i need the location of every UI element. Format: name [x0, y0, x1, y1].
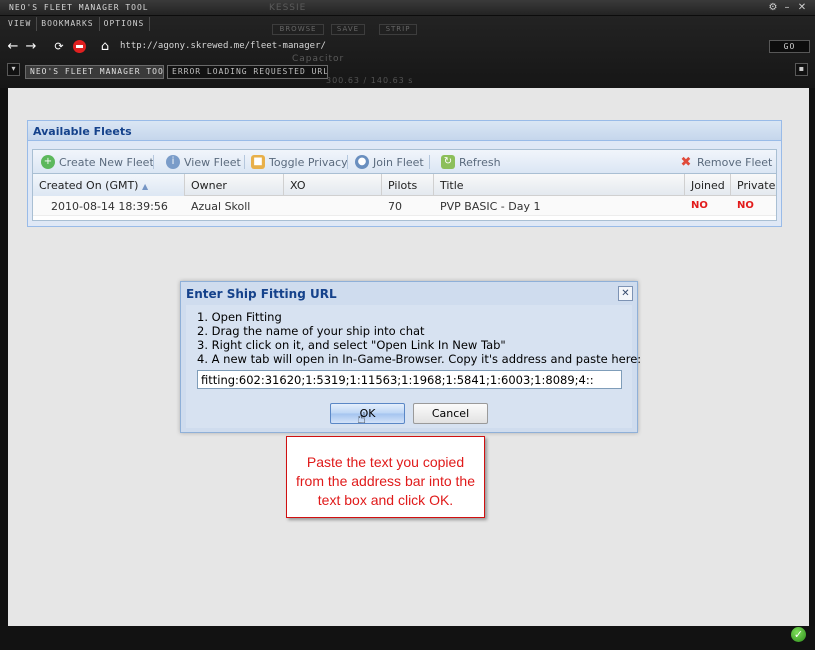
tab-options-icon[interactable]: ▪ [795, 63, 808, 76]
column-joined-header[interactable]: Joined [685, 174, 731, 196]
ok-button[interactable]: OK [330, 403, 405, 424]
stop-icon[interactable] [71, 38, 87, 54]
remove-fleet-button[interactable]: ✖ Remove Fleet [679, 154, 773, 170]
add-icon: + [41, 155, 55, 169]
create-fleet-label: Create New Fleet [59, 155, 154, 169]
dialog-close-button[interactable]: ✕ [618, 286, 633, 301]
save-button: SAVE [331, 24, 365, 35]
cell-created: 2010-08-14 18:39:56 [51, 200, 168, 213]
browser-chrome: NEO'S FLEET MANAGER TOOL KESSIE ⚙ – ✕ VI… [0, 0, 815, 88]
user-icon: ● [355, 155, 369, 169]
close-icon[interactable]: ✕ [796, 2, 808, 14]
cell-joined: NO [691, 200, 708, 211]
window-title: NEO'S FLEET MANAGER TOOL [9, 3, 149, 12]
create-fleet-button[interactable]: + Create New Fleet [41, 155, 154, 169]
menu-bar: VIEW BOOKMARKS OPTIONS [4, 17, 151, 31]
left-border [0, 88, 8, 626]
menu-bookmarks[interactable]: BOOKMARKS [37, 17, 100, 31]
instruction-step: 4. A new tab will open in In-Game-Browse… [197, 352, 642, 366]
title-bar[interactable]: NEO'S FLEET MANAGER TOOL KESSIE ⚙ – ✕ [0, 0, 815, 16]
cell-xo [284, 196, 290, 216]
instruction-step: 2. Drag the name of your ship into chat [197, 324, 425, 338]
forward-icon[interactable]: → [23, 38, 39, 54]
toggle-privacy-button[interactable]: ■ Toggle Privacy [251, 155, 348, 169]
go-button[interactable]: GO [769, 40, 810, 53]
dialog-title: Enter Ship Fitting URL [186, 287, 337, 301]
instruction-step: 1. Open Fitting [197, 310, 282, 324]
column-xo-header[interactable]: XO [284, 174, 382, 196]
cancel-button[interactable]: Cancel [413, 403, 488, 424]
cell-title: PVP BASIC - Day 1 [440, 200, 541, 213]
right-border [809, 88, 815, 626]
cell-private: NO [737, 200, 754, 211]
browse-button: BROWSE [272, 24, 324, 35]
delete-icon: ✖ [680, 154, 692, 170]
toggle-privacy-label: Toggle Privacy [269, 155, 348, 169]
column-owner-header[interactable]: Owner [185, 174, 284, 196]
instruction-step: 3. Right click on it, and select "Open L… [197, 338, 506, 352]
refresh-icon: ↻ [441, 155, 455, 169]
available-fleets-panel: Available Fleets + Create New Fleet i Vi… [27, 120, 782, 227]
cell-pilots: 70 [388, 200, 402, 213]
home-icon[interactable]: ⌂ [97, 38, 113, 54]
column-created-label: Created On (GMT) [39, 179, 139, 192]
status-ok-icon: ✓ [791, 627, 806, 642]
cell-owner: Azual Skoll [191, 200, 251, 213]
background-stats: 300.63 / 140.63 s [326, 76, 414, 85]
remove-fleet-label: Remove Fleet [697, 155, 773, 169]
grid-header: Created On (GMT) ▲ Owner XO Pilots Title… [33, 174, 776, 196]
status-bar [0, 626, 815, 650]
instruction-callout: Paste the text you copied from the addre… [286, 436, 485, 518]
column-title-header[interactable]: Title [434, 174, 685, 196]
refresh-label: Refresh [459, 155, 501, 169]
background-capacitor-label: Capacitor [292, 54, 345, 64]
info-icon: i [166, 155, 180, 169]
join-fleet-label: Join Fleet [373, 155, 424, 169]
toolbar-separator [244, 155, 245, 169]
column-created-header[interactable]: Created On (GMT) ▲ [33, 174, 185, 196]
tab-menu-icon[interactable]: ▾ [7, 63, 20, 76]
background-player-name: KESSIE [269, 3, 307, 13]
dialog-body: 1. Open Fitting 2. Drag the name of your… [186, 305, 641, 428]
refresh-button[interactable]: ↻ Refresh [441, 155, 501, 169]
column-private-header[interactable]: Private [731, 174, 776, 196]
sort-ascending-icon: ▲ [141, 182, 149, 191]
column-pilots-header[interactable]: Pilots [382, 174, 434, 196]
table-row[interactable]: 2010-08-14 18:39:56 Azual Skoll 70 PVP B… [33, 196, 776, 216]
fitting-url-dialog: Enter Ship Fitting URL ✕ 1. Open Fitting… [180, 281, 641, 433]
minimize-icon[interactable]: – [781, 2, 793, 14]
fleet-grid: Created On (GMT) ▲ Owner XO Pilots Title… [32, 173, 777, 221]
panel-title: Available Fleets [28, 121, 781, 141]
tab-fleet-manager[interactable]: NEO'S FLEET MANAGER TOOL [25, 65, 164, 79]
toolbar-separator [153, 155, 154, 169]
strip-button: STRIP [379, 24, 417, 35]
navigation-bar: ← → ⟳ ⌂ GO [0, 36, 815, 56]
address-bar-input[interactable] [120, 38, 760, 53]
tab-error-loading[interactable]: ERROR LOADING REQUESTED URL [167, 65, 328, 79]
menu-view[interactable]: VIEW [4, 17, 38, 31]
toolbar-separator [347, 155, 348, 169]
settings-icon[interactable]: ⚙ [767, 2, 779, 14]
join-fleet-button[interactable]: ● Join Fleet [355, 155, 424, 169]
fleet-toolbar: + Create New Fleet i View Fleet ■ Toggle… [32, 149, 777, 173]
menu-options[interactable]: OPTIONS [100, 17, 151, 31]
hand-cursor-icon: ☝ [357, 409, 367, 427]
view-fleet-label: View Fleet [184, 155, 241, 169]
fitting-url-input[interactable] [197, 370, 622, 389]
toolbar-separator [429, 155, 430, 169]
view-fleet-button[interactable]: i View Fleet [166, 155, 241, 169]
reload-icon[interactable]: ⟳ [51, 38, 67, 54]
lock-icon: ■ [251, 155, 265, 169]
back-icon[interactable]: ← [5, 38, 21, 54]
